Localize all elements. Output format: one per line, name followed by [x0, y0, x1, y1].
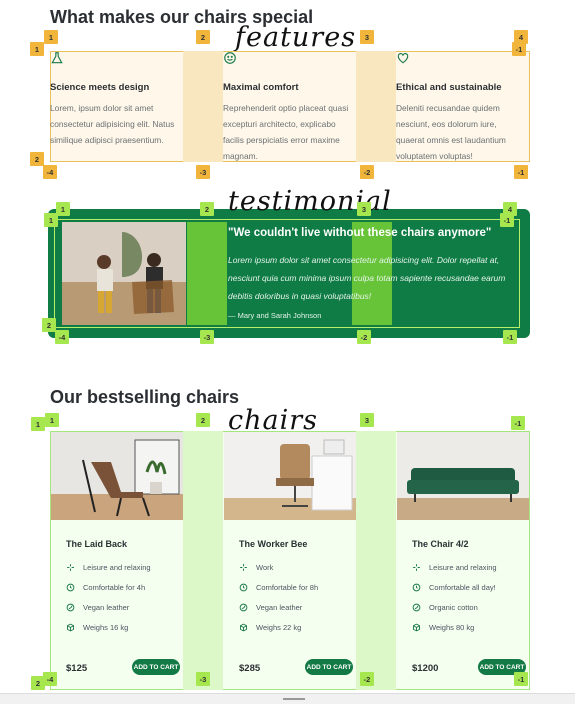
feature-text: Deleniti recusandae quidem nesciunt, eos… [396, 103, 506, 161]
grid-line-badge: 1 [56, 202, 70, 216]
feature-title: Maximal comfort [223, 82, 299, 93]
product-feature: Vegan leather [239, 603, 302, 612]
grid-line-badge: -2 [360, 672, 374, 686]
product-feature: Organic cotton [412, 603, 478, 612]
product-feature: Weighs 80 kg [412, 623, 474, 632]
grid-line-badge: -1 [514, 165, 528, 179]
feature-title: Science meets design [50, 82, 150, 93]
grid-line-badge: -4 [43, 672, 57, 686]
cube-icon [239, 623, 248, 632]
sparkle-icon [66, 563, 75, 572]
smiley-icon [223, 51, 239, 67]
clock-icon [66, 583, 75, 592]
grid-line-badge: -1 [500, 213, 514, 227]
product-feature: Leisure and relaxing [66, 563, 151, 572]
grid-line-badge: -4 [43, 165, 57, 179]
grid-gap-1 [187, 222, 227, 325]
grid-line-badge: 2 [200, 202, 214, 216]
product-feature: Weighs 22 kg [239, 623, 301, 632]
product-name: The Chair 4/2 [412, 539, 469, 549]
drawer-resize-handle[interactable] [283, 698, 305, 700]
add-to-cart-button[interactable]: ADD TO CART [305, 659, 353, 675]
grid-line-badge: -3 [196, 672, 210, 686]
leaf-icon [412, 603, 421, 612]
product-card-worker-bee: The Worker Bee Work Comfortable for 8h V… [224, 432, 356, 690]
product-feature: Comfortable for 4h [66, 583, 145, 592]
grid-line-badge: -3 [200, 330, 214, 344]
feature-science: Science meets design Lorem, ipsum dolor … [50, 51, 183, 162]
grid-line-badge: 2 [42, 318, 56, 332]
feature-ethical: Ethical and sustainable Deleniti recusan… [396, 51, 529, 162]
grid-line-badge: 3 [360, 30, 374, 44]
heart-icon [396, 51, 412, 67]
feature-comfort: Maximal comfort Reprehenderit optio plac… [223, 51, 356, 162]
grid-line-badge: 1 [44, 30, 58, 44]
grid-line-badge: 1 [44, 213, 58, 227]
testimonial-text: Lorem ipsum dolor sit amet consectetur a… [228, 255, 506, 301]
clock-icon [239, 583, 248, 592]
grid-gap-2 [356, 51, 396, 162]
product-price: $1200 [412, 663, 439, 674]
grid-line-badge: -2 [360, 165, 374, 179]
product-card-chair-4-2: The Chair 4/2 Leisure and relaxing Comfo… [397, 432, 529, 690]
product-price: $125 [66, 663, 88, 674]
cube-icon [412, 623, 421, 632]
product-feature: Work [239, 563, 273, 572]
product-name: The Laid Back [66, 539, 128, 549]
product-image [51, 432, 183, 520]
add-to-cart-button[interactable]: ADD TO CART [132, 659, 180, 675]
product-feature: Leisure and relaxing [412, 563, 497, 572]
sparkle-icon [239, 563, 248, 572]
product-image [397, 432, 529, 520]
grid-line-badge: -3 [196, 165, 210, 179]
feature-title: Ethical and sustainable [396, 82, 502, 93]
grid-line-badge: -4 [55, 330, 69, 344]
product-feature: Comfortable for 8h [239, 583, 318, 592]
product-image [224, 432, 356, 520]
grid-line-badge: 2 [30, 152, 44, 166]
testimonial-photo [62, 222, 186, 325]
product-feature: Comfortable all day! [412, 583, 496, 592]
product-feature: Vegan leather [66, 603, 129, 612]
clock-icon [412, 583, 421, 592]
chairs-heading: Our bestselling chairs [50, 387, 240, 407]
product-name: The Worker Bee [239, 539, 308, 549]
grid-line-badge: -1 [503, 330, 517, 344]
features-annotation: features [235, 22, 357, 53]
sparkle-icon [412, 563, 421, 572]
leaf-icon [239, 603, 248, 612]
grid-gap-2 [356, 431, 396, 690]
testimonial-author: — Mary and Sarah Johnson [228, 311, 322, 320]
grid-gap-1 [183, 51, 223, 162]
grid-line-badge: 1 [31, 417, 45, 431]
flask-icon [50, 51, 66, 67]
grid-line-badge: 2 [196, 413, 210, 427]
grid-gap-1 [183, 431, 223, 690]
grid-line-badge: 3 [360, 413, 374, 427]
grid-line-badge: -1 [514, 672, 528, 686]
product-price: $285 [239, 663, 261, 674]
testimonial-quote: "We couldn't live without these chairs a… [228, 227, 492, 239]
feature-text: Lorem, ipsum dolor sit amet consectetur … [50, 103, 175, 145]
product-card-laid-back: The Laid Back Leisure and relaxing Comfo… [51, 432, 183, 690]
grid-line-badge: 1 [30, 42, 44, 56]
leaf-icon [66, 603, 75, 612]
product-feature: Weighs 16 kg [66, 623, 128, 632]
grid-line-badge: -1 [512, 42, 526, 56]
grid-line-badge: -2 [357, 330, 371, 344]
grid-line-badge: 1 [45, 413, 59, 427]
grid-line-badge: 2 [196, 30, 210, 44]
cube-icon [66, 623, 75, 632]
feature-text: Reprehenderit optio placeat quasi except… [223, 103, 349, 161]
grid-line-badge: 3 [357, 202, 371, 216]
grid-line-badge: -1 [511, 416, 525, 430]
